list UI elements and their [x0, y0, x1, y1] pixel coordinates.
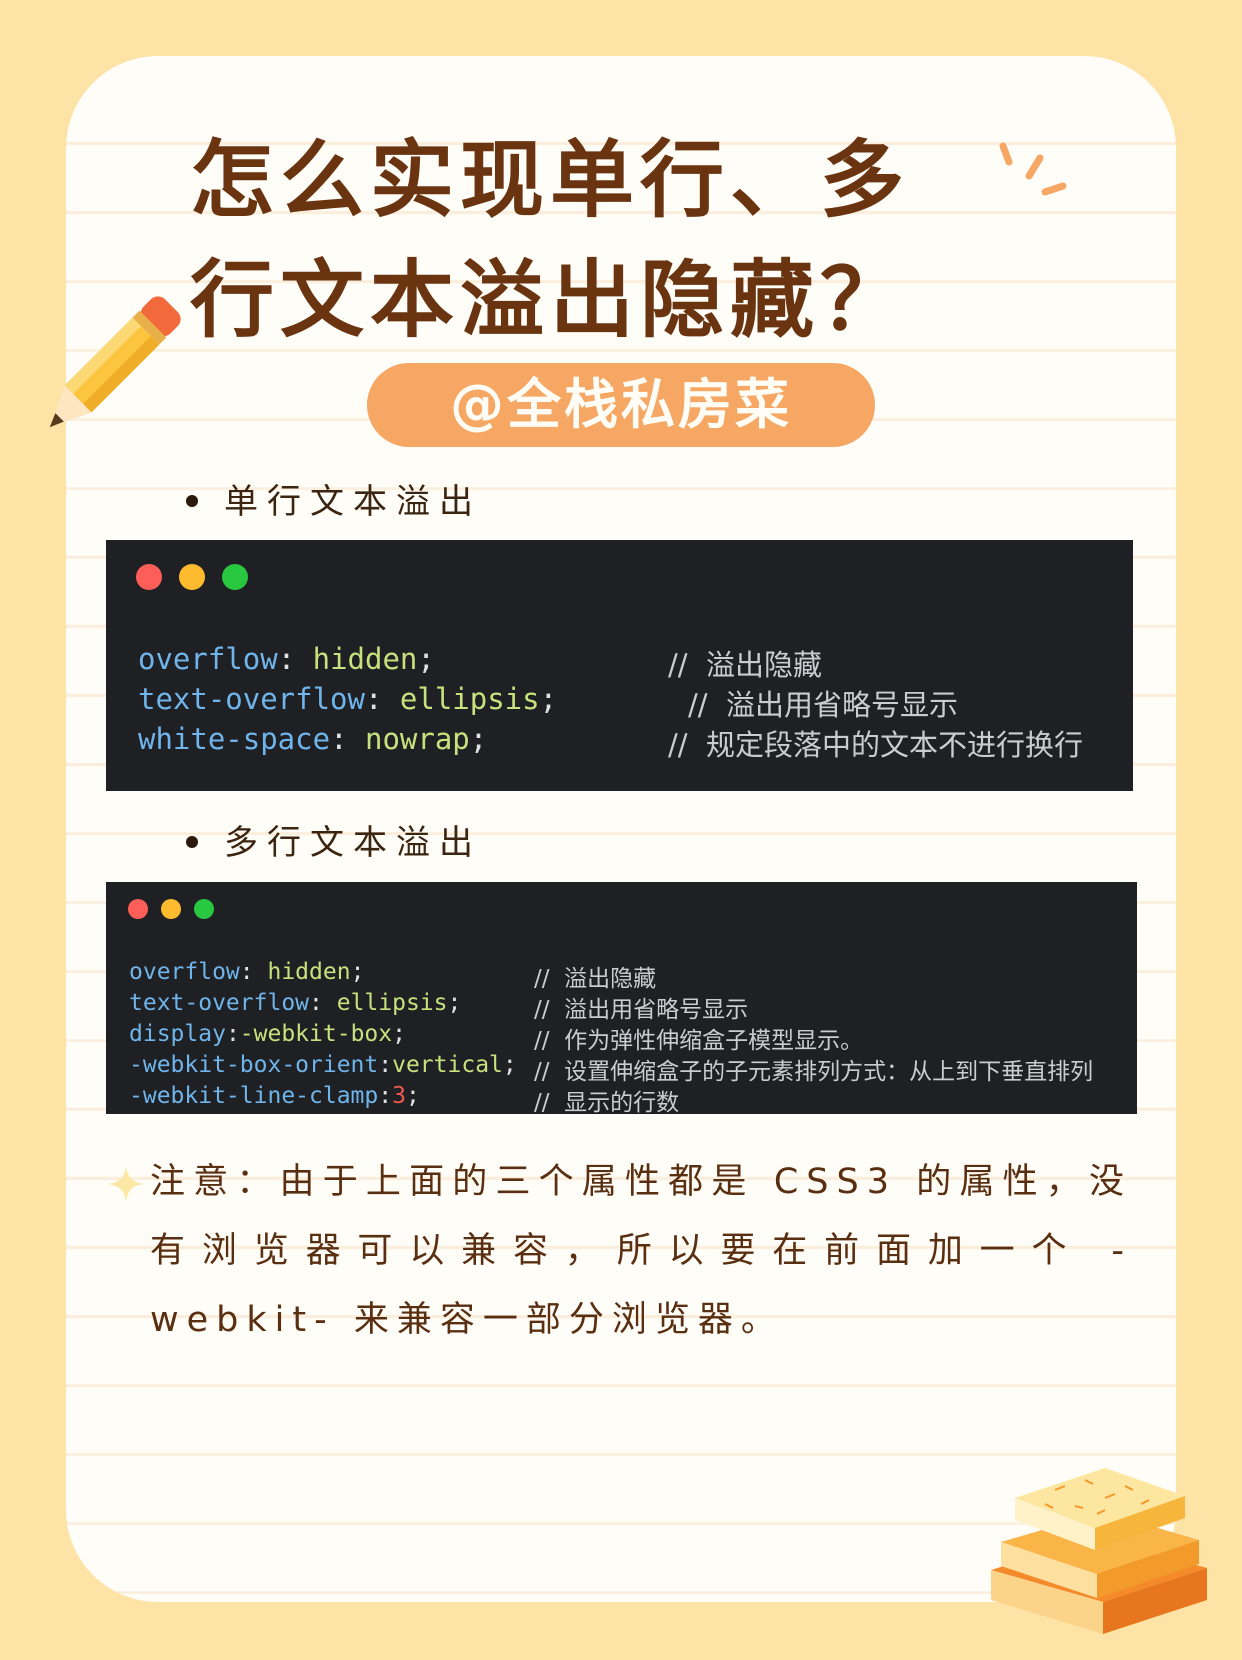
code-window-single-line: overflow: hidden; // 溢出隐藏 text-overflow:… — [106, 540, 1133, 791]
section-heading-text: 多行文本溢出 — [224, 823, 482, 863]
window-traffic-lights-icon — [128, 899, 227, 919]
maximize-dot — [194, 899, 214, 919]
minimize-dot — [161, 899, 181, 919]
code-line: overflow: hidden; — [129, 959, 365, 985]
note-paragraph: 注意：由于上面的三个属性都是 CSS3 的属性，没有浏览器可以兼容，所以要在前面… — [150, 1162, 1132, 1340]
code-line: overflow: hidden; — [138, 642, 435, 676]
close-dot — [136, 564, 162, 590]
code-comment: // 显示的行数 — [534, 1090, 680, 1114]
page-title-line2: 行文本溢出隐藏？ — [190, 251, 911, 349]
code-line: white-space: nowrap; — [138, 722, 488, 756]
code-line: -webkit-line-clamp:3; — [129, 1083, 420, 1109]
code-comment: // 设置伸缩盒子的子元素排列方式：从上到下垂直排列 — [534, 1059, 1094, 1085]
books-stack-icon — [991, 1468, 1207, 1634]
sparkle-lines-icon — [999, 142, 1067, 196]
bullet-dot — [186, 494, 198, 507]
code-line: text-overflow: ellipsis; — [129, 990, 462, 1016]
section-heading-multi-line: 多行文本溢出 — [186, 815, 482, 864]
code-line: text-overflow: ellipsis; — [138, 682, 558, 716]
code-comment: // 规定段落中的文本不进行换行 — [668, 728, 1083, 762]
code-window-multi-line: overflow: hidden; // 溢出隐藏 text-overflow:… — [106, 882, 1137, 1114]
code-comment: // 溢出隐藏 — [534, 966, 657, 992]
bullet-dot — [186, 835, 198, 848]
code-comment: // 溢出用省略号显示 — [534, 997, 749, 1023]
star-sparkle-icon — [108, 1166, 144, 1202]
code-line: display:-webkit-box; — [129, 1021, 406, 1047]
code-line: -webkit-box-orient:vertical; — [129, 1052, 517, 1078]
maximize-dot — [222, 564, 248, 590]
code-comment: // 溢出隐藏 — [668, 648, 822, 682]
author-badge: @全栈私房菜 — [367, 363, 875, 447]
code-comment: // 作为弹性伸缩盒子模型显示。 — [534, 1028, 864, 1054]
section-heading-text: 单行文本溢出 — [224, 482, 482, 522]
close-dot — [128, 899, 148, 919]
window-traffic-lights-icon — [136, 564, 265, 590]
page-title-line1: 怎么实现单行、多 — [190, 131, 911, 229]
section-heading-single-line: 单行文本溢出 — [186, 474, 482, 523]
pencil-icon — [49, 296, 181, 428]
minimize-dot — [179, 564, 205, 590]
code-comment: // 溢出用省略号显示 — [688, 688, 958, 722]
